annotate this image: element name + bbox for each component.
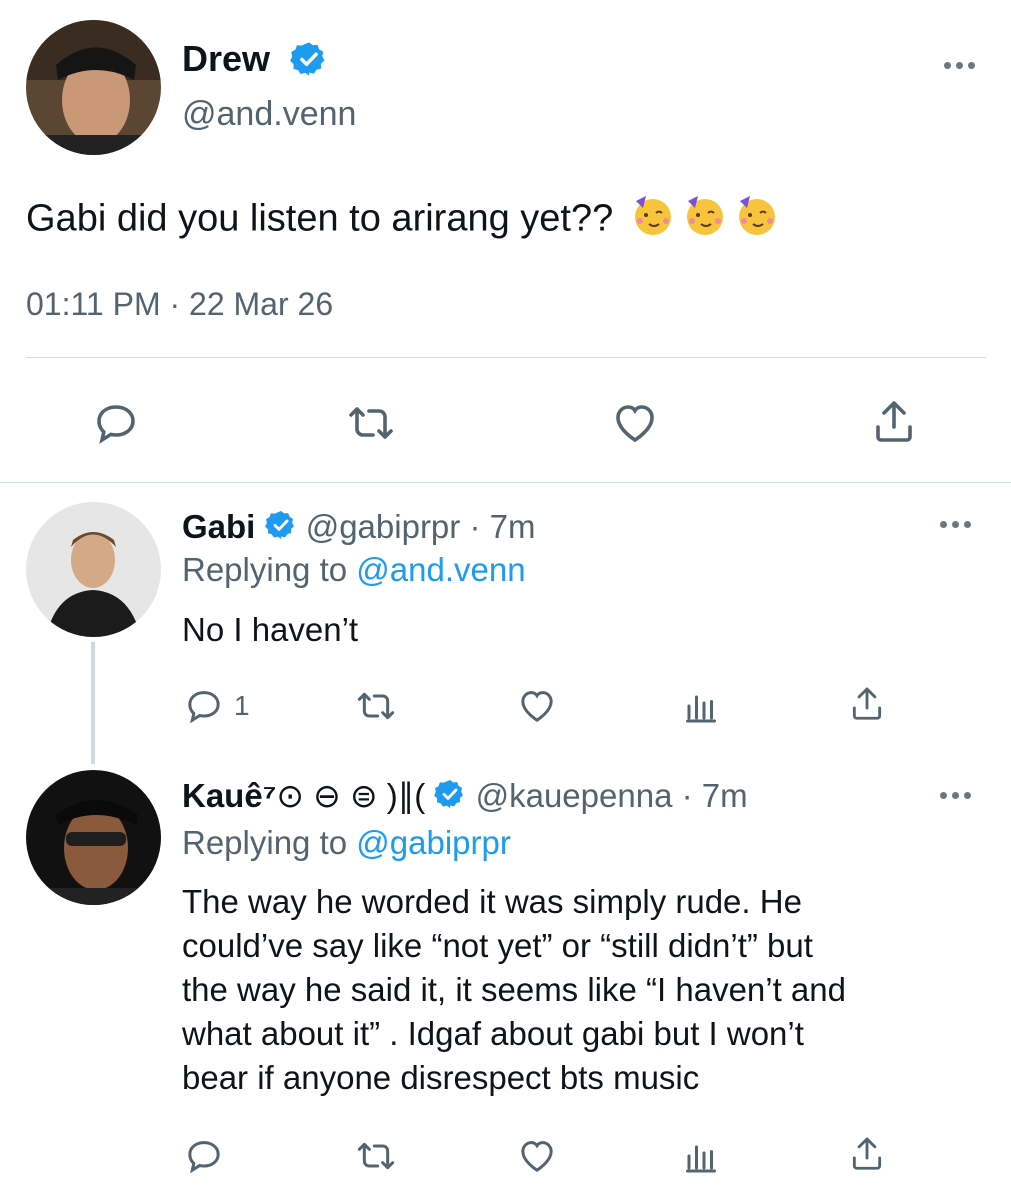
reply-author-name[interactable]: Gabi	[182, 508, 255, 545]
reply-text-line: could’ve say like “not yet” or “still di…	[182, 927, 813, 964]
like-icon	[521, 691, 553, 722]
name-symbols: ⊙ ⊖ ⊜ )∥(	[276, 777, 426, 814]
reply-header: Gabi @gabiprpr · 7m	[182, 507, 535, 550]
share-icon	[852, 1137, 882, 1170]
separator-dot: ·	[681, 777, 693, 814]
separator-dot: ·	[469, 508, 481, 545]
replying-to-link[interactable]: @gabiprpr	[356, 824, 511, 861]
reply-author-handle[interactable]: @kauepenna	[476, 777, 673, 814]
tweet-timestamp[interactable]: 01:11 PM · 22 Mar 26	[26, 286, 333, 323]
reply-author-handle[interactable]: @gabiprpr	[306, 508, 461, 545]
reply-text-line: what about it” . Idgaf about gabi but I …	[182, 1015, 804, 1052]
reply-count: 1	[234, 690, 250, 721]
gabi-avatar[interactable]	[26, 502, 161, 637]
share-button[interactable]	[848, 684, 886, 724]
retweet-button[interactable]	[354, 1136, 398, 1176]
divider	[0, 482, 1011, 483]
reply-text-line: bear if anyone disrespect bts music	[182, 1059, 700, 1096]
share-button[interactable]	[848, 1134, 886, 1174]
analytics-icon	[686, 1145, 716, 1173]
main-author-name[interactable]: Drew	[182, 38, 270, 80]
drew-avatar[interactable]	[26, 20, 161, 155]
partying-face-icon	[630, 192, 676, 249]
replying-to: Replying to @and.venn	[182, 550, 526, 590]
more-options-icon[interactable]	[940, 792, 971, 799]
reply-time[interactable]: 7m	[490, 508, 536, 545]
reply-icon	[188, 691, 220, 724]
reply-author-name[interactable]: Kauê⁷	[182, 777, 276, 814]
retweet-icon	[357, 692, 395, 720]
replying-to: Replying to @gabiprpr	[182, 823, 511, 863]
main-tweet-text: Gabi did you listen to arirang yet??	[26, 197, 614, 240]
like-button[interactable]	[516, 1136, 558, 1176]
more-options-icon[interactable]	[944, 62, 975, 69]
reply-button[interactable]	[92, 399, 140, 447]
reply-button[interactable]	[184, 1136, 224, 1176]
analytics-icon	[686, 695, 716, 723]
partying-face-icon	[734, 192, 780, 249]
reply-text: No I haven’t	[182, 611, 359, 648]
reply-time[interactable]: 7m	[702, 777, 748, 814]
retweet-button[interactable]	[345, 399, 397, 447]
share-icon	[876, 401, 912, 442]
like-icon	[616, 405, 654, 443]
reply-icon	[188, 1141, 220, 1174]
main-tweet-text-row: Gabi did you listen to arirang yet??	[26, 192, 780, 249]
thread-line	[91, 642, 95, 764]
retweet-icon	[349, 407, 393, 439]
retweet-icon	[357, 1142, 395, 1170]
reply-text: The way he worded it was simply rude. He…	[182, 880, 982, 1100]
verified-badge-icon	[264, 509, 297, 550]
share-icon	[852, 687, 882, 720]
reply-header: Kauê⁷⊙ ⊖ ⊜ )∥( @kauepenna · 7m	[182, 776, 748, 819]
like-icon	[521, 1141, 553, 1172]
reply-button[interactable]: 1	[184, 686, 250, 726]
reply-text-line: the way he said it, it seems like “I hav…	[182, 971, 846, 1008]
more-options-icon[interactable]	[940, 521, 971, 528]
main-author-handle[interactable]: @and.venn	[182, 95, 356, 134]
verified-badge-icon	[290, 40, 328, 83]
replying-prefix: Replying to	[182, 824, 348, 861]
analytics-button[interactable]	[683, 1138, 719, 1174]
kaue-avatar[interactable]	[26, 770, 161, 905]
analytics-button[interactable]	[683, 688, 719, 724]
replying-to-link[interactable]: @and.venn	[356, 551, 525, 588]
verified-badge-icon	[434, 778, 466, 819]
partying-face-icon	[682, 192, 728, 249]
reply-text-line: The way he worded it was simply rude. He	[182, 883, 802, 920]
replying-prefix: Replying to	[182, 551, 348, 588]
reply-icon	[97, 405, 135, 444]
like-button[interactable]	[516, 686, 558, 726]
retweet-button[interactable]	[354, 686, 398, 726]
divider	[26, 357, 986, 358]
like-button[interactable]	[610, 399, 660, 447]
share-button[interactable]	[870, 397, 918, 447]
